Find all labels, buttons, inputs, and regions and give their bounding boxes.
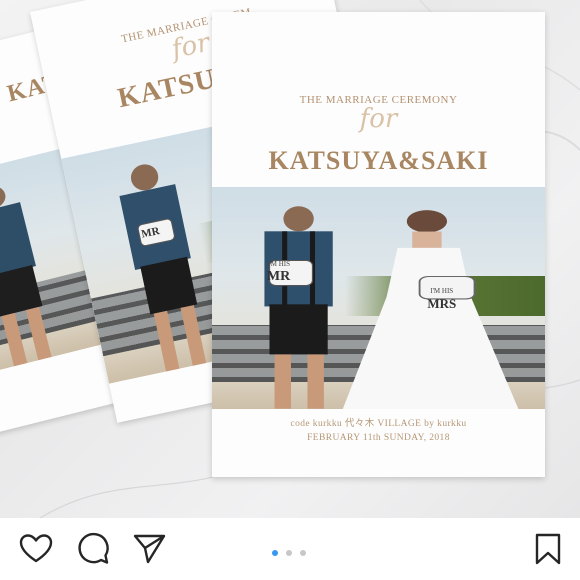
bride-sign-text: MRS — [427, 295, 457, 311]
groom-sign-text: MR — [266, 269, 291, 285]
booklet-front-photo: I'M HIS MR I'M HIS MRS — [212, 187, 545, 409]
booklet-front: THE MARRIAGE CEREMONY for KATSUYA&SAKI I… — [212, 12, 545, 477]
carousel-dot — [300, 550, 306, 556]
heart-icon[interactable] — [18, 531, 54, 567]
post-photo[interactable]: KATSUYA& THE MARRIAGE CEREM for KATSUYA& — [0, 0, 580, 518]
groom-sign-top: I'M HIS — [267, 260, 291, 269]
booklet-venue: code kurkku 代々木 VILLAGE by kurkku — [290, 419, 467, 429]
send-icon[interactable] — [131, 531, 167, 567]
carousel-dot — [286, 550, 292, 556]
booklet-names: KATSUYA&SAKI — [268, 146, 489, 175]
carousel-dot-active — [272, 550, 278, 556]
post-action-bar — [0, 518, 580, 580]
booklet-date: FEBRUARY 11th SUNDAY, 2018 — [307, 433, 450, 443]
groom-figure — [264, 206, 333, 409]
bride-sign-top: I'M HIS — [430, 286, 454, 295]
comment-icon[interactable] — [75, 531, 111, 567]
booklet-script-for: for — [359, 104, 398, 134]
bookmark-icon[interactable] — [530, 531, 566, 567]
